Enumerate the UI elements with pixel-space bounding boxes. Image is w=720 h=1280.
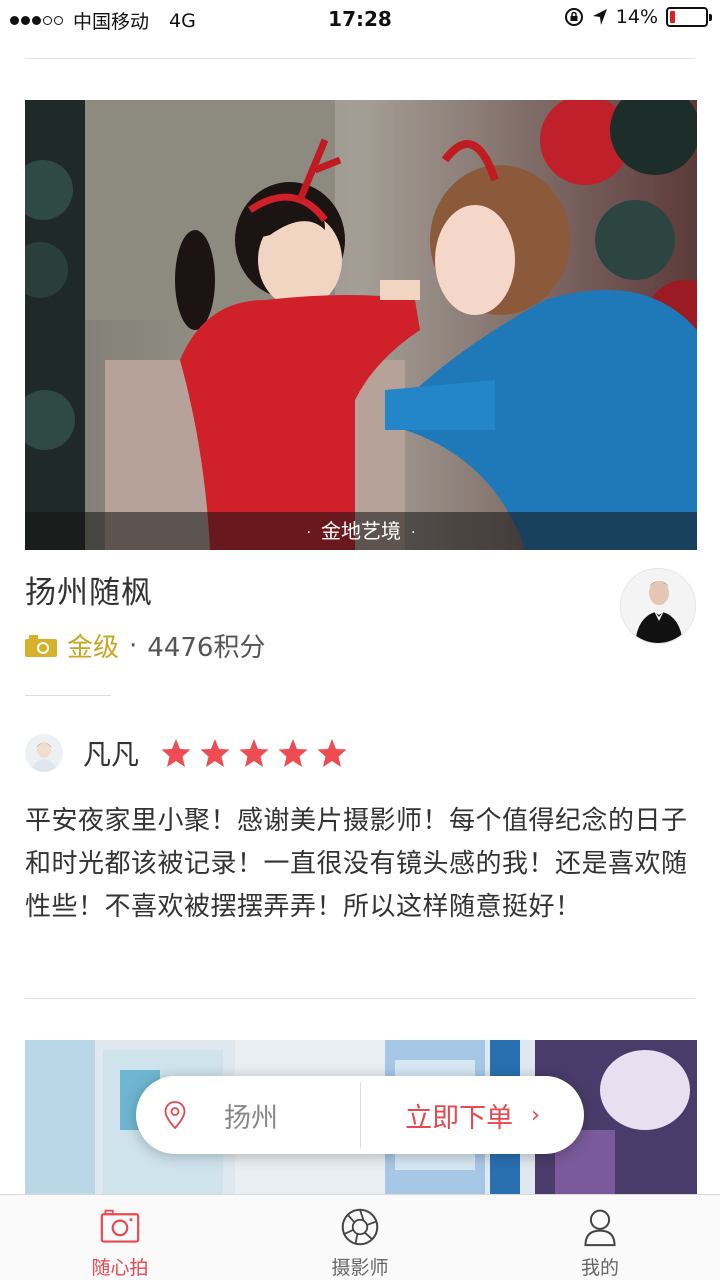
review-text: 平安夜家里小聚！感谢美片摄影师！每个值得纪念的日子和时光都该被记录！一直很没有镜… <box>25 806 688 922</box>
points-value: 4476积分 <box>147 633 266 663</box>
status-bar: 中国移动 4G 17:28 14% <box>0 0 720 38</box>
photographer-portrait <box>621 569 695 643</box>
level-separator: · <box>129 630 138 661</box>
order-now-button[interactable]: 立即下单 › <box>361 1076 584 1154</box>
star-icon <box>317 739 347 767</box>
star-icon <box>278 739 308 767</box>
person-icon <box>584 1209 616 1247</box>
tab-label-mine: 我的 <box>580 1257 619 1279</box>
city-label: 扬州 <box>224 1102 278 1134</box>
tab-mine[interactable]: 我的 <box>480 1195 720 1280</box>
city-selector[interactable]: 扬州 <box>136 1076 360 1154</box>
reviewer-avatar[interactable] <box>25 734 63 772</box>
aperture-icon <box>341 1208 379 1246</box>
section-divider <box>25 695 111 696</box>
order-bar: 扬州 立即下单 › <box>136 1076 584 1154</box>
camera-level-icon <box>25 634 57 657</box>
tab-bar: 随心拍 摄影师 我的 <box>0 1194 720 1280</box>
battery-percent: 14% <box>615 6 658 28</box>
battery-icon <box>666 7 712 27</box>
card-divider <box>25 998 695 999</box>
photo-location-label: 金地艺境 <box>321 519 401 543</box>
photo-caption: · 金地艺境 · <box>25 512 697 550</box>
level-label: 金级 <box>67 633 120 663</box>
photographer-avatar[interactable] <box>620 568 696 644</box>
rotation-lock-icon <box>564 8 583 26</box>
photo-mother-daughter <box>25 100 697 550</box>
reviewer-name: 凡凡 <box>83 738 140 771</box>
tab-shoot[interactable]: 随心拍 <box>0 1195 240 1280</box>
camera-icon <box>100 1209 140 1243</box>
chevron-right-icon: › <box>531 1102 540 1128</box>
review-header: 凡凡 <box>25 733 347 773</box>
portfolio-photo[interactable]: · 金地艺境 · <box>25 100 697 550</box>
tab-photographer[interactable]: 摄影师 <box>240 1195 480 1280</box>
level-row: 金级 · 4476积分 <box>25 627 265 664</box>
top-divider <box>25 58 695 59</box>
star-icon <box>239 739 269 767</box>
location-arrow-icon <box>592 9 607 25</box>
reviewer-portrait <box>25 734 63 772</box>
studio-name[interactable]: 扬州随枫 <box>25 567 153 612</box>
star-icon <box>161 739 191 767</box>
tab-label-shoot: 随心拍 <box>91 1257 149 1279</box>
rating-stars <box>161 738 347 768</box>
location-pin-icon <box>164 1101 186 1129</box>
order-now-label: 立即下单 <box>405 1102 514 1134</box>
tab-label-photographer: 摄影师 <box>331 1257 389 1279</box>
star-icon <box>200 739 230 767</box>
